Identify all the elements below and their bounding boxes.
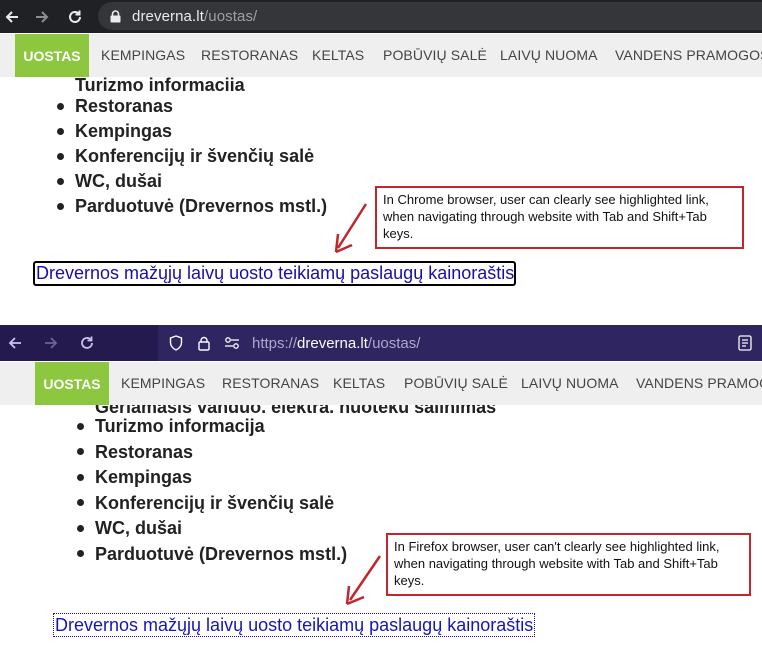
nav-item-uostas[interactable]: UOSTAS [35,362,109,405]
forward-icon[interactable] [39,325,63,361]
reload-icon[interactable] [75,325,99,361]
nav-item-vandens-pramogos[interactable]: VANDENS PRAMOGOS [615,34,762,77]
services-list: Restoranas Kempingas Konferencijų ir šve… [56,94,327,219]
list-item: Kempingas [56,119,327,144]
list-item: WC, dušai [76,516,347,542]
reload-icon[interactable] [63,0,87,33]
link-text[interactable]: Drevernos mažųjų laivų uosto teikiamų pa… [33,261,517,286]
nav-item-vandens-pramogos[interactable]: VANDENS PRAMOGOS [636,362,762,405]
price-list-link-chrome[interactable]: Drevernos mažųjų laivų uosto teikiamų pa… [33,261,517,286]
firefox-callout: In Firefox browser, user can't clearly s… [386,533,751,596]
nav-item-keltas[interactable]: KELTAS [333,362,385,405]
price-list-link-firefox[interactable]: Drevernos mažųjų laivų uosto teikiamų pa… [52,613,536,637]
shield-icon[interactable] [166,335,186,351]
forward-icon[interactable] [30,0,54,33]
services-list: Turizmo informacija Restoranas Kempingas… [76,414,347,568]
url-text: dreverna.lt/uostas/ [132,7,258,25]
list-item: WC, dušai [56,169,327,194]
arrow-icon [334,203,368,254]
list-item: Konferencijų ir švenčių salė [76,491,347,517]
nav-item-uostas[interactable]: UOSTAS [15,34,89,77]
nav-item-restoranas[interactable]: RESTORANAS [222,362,319,405]
link-text[interactable]: Drevernos mažųjų laivų uosto teikiamų pa… [52,613,536,637]
nav-item-pobuviu-sale[interactable]: POBŪVIŲ SALĖ [404,362,508,405]
site-navigation: UOSTAS KEMPINGAS RESTORANAS KELTAS POBŪV… [0,34,762,77]
address-bar[interactable]: dreverna.lt/uostas/ [98,2,762,30]
permissions-icon[interactable] [222,336,242,350]
nav-item-kempingas[interactable]: KEMPINGAS [101,34,185,77]
site-navigation: UOSTAS KEMPINGAS RESTORANAS KELTAS POBŪV… [0,362,762,405]
list-item: Restoranas [76,440,347,466]
list-item: Parduotuvė (Drevernos mstl.) [76,542,347,568]
address-bar[interactable]: https://dreverna.lt/uostas/ [158,325,762,361]
back-icon[interactable] [0,0,24,33]
list-item: Restoranas [56,94,327,119]
url-text: https://dreverna.lt/uostas/ [252,334,421,352]
list-item-partial: Turizmo informacija [75,77,245,91]
nav-item-laivu-nuoma[interactable]: LAIVŲ NUOMA [521,362,619,405]
nav-item-keltas[interactable]: KELTAS [312,34,364,77]
list-item: Kempingas [76,465,347,491]
lock-icon[interactable] [110,9,124,23]
nav-item-kempingas[interactable]: KEMPINGAS [121,362,205,405]
nav-item-pobuviu-sale[interactable]: POBŪVIŲ SALĖ [383,34,487,77]
lock-icon[interactable] [194,336,214,351]
list-item-partial: Geriamasis vanduo, elektra, nuotekų šali… [95,405,496,413]
list-item: Parduotuvė (Drevernos mstl.) [56,194,327,219]
arrow-icon [345,555,382,606]
reader-view-icon[interactable] [738,335,752,351]
list-item: Konferencijų ir švenčių salė [56,144,327,169]
back-icon[interactable] [3,325,27,361]
nav-item-restoranas[interactable]: RESTORANAS [201,34,298,77]
list-item: Turizmo informacija [76,414,347,440]
nav-item-laivu-nuoma[interactable]: LAIVŲ NUOMA [500,34,598,77]
chrome-callout: In Chrome browser, user can clearly see … [375,186,744,249]
